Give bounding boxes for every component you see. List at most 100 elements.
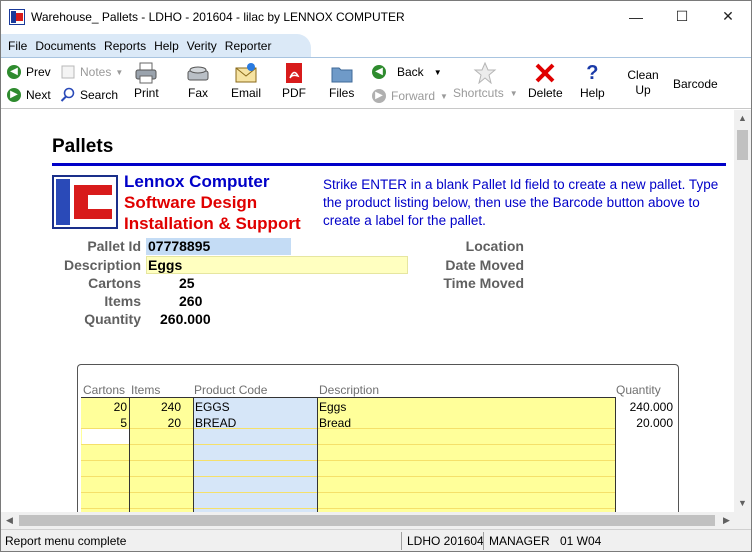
window-controls: — ☐ ✕: [613, 1, 751, 32]
next-button[interactable]: ▶ Next: [6, 87, 51, 103]
minimize-button[interactable]: —: [613, 1, 659, 32]
date-moved-label: Date Moved: [445, 257, 524, 273]
product-code-column[interactable]: [193, 397, 317, 512]
content-area: Pallets Lennox Computer Software Design …: [1, 110, 734, 512]
search-button[interactable]: Search: [60, 87, 118, 103]
notes-button[interactable]: Notes ▼: [60, 64, 123, 80]
row2-items[interactable]: 20: [129, 416, 181, 430]
quantity-column[interactable]: [615, 397, 678, 512]
maximize-button[interactable]: ☐: [659, 1, 705, 32]
pdf-icon: [282, 62, 306, 84]
description-column[interactable]: [317, 397, 615, 512]
row1-items[interactable]: 240: [129, 400, 181, 414]
status-message: Report menu complete: [5, 534, 127, 548]
close-button[interactable]: ✕: [705, 1, 751, 32]
status-bar: Report menu complete LDHO 201604 MANAGER…: [1, 529, 751, 551]
row2-quantity[interactable]: 20.000: [615, 416, 673, 430]
status-user: MANAGER: [489, 534, 550, 548]
fax-button[interactable]: Fax: [186, 62, 210, 100]
prev-button[interactable]: ◀ Prev: [6, 64, 51, 80]
shortcuts-button[interactable]: Shortcuts ▼: [453, 62, 518, 100]
barcode-button[interactable]: Barcode: [673, 77, 718, 91]
row1-description[interactable]: Eggs: [319, 400, 346, 414]
help-button[interactable]: ? Help: [580, 61, 605, 101]
status-divider: [401, 532, 402, 550]
prev-arrow-icon: ◀: [6, 64, 22, 80]
back-button[interactable]: ◀ Back ▼: [371, 64, 442, 80]
scroll-left-icon[interactable]: ◀: [6, 515, 13, 526]
active-cell[interactable]: [82, 429, 129, 444]
description-label: Description: [63, 257, 141, 273]
row1-cartons[interactable]: 20: [81, 400, 127, 414]
email-button[interactable]: Email: [231, 62, 261, 100]
forward-arrow-icon: ▶: [371, 88, 387, 104]
scroll-up-icon[interactable]: ▲: [738, 113, 747, 123]
vertical-scroll-thumb[interactable]: [737, 130, 748, 160]
scroll-down-icon[interactable]: ▼: [738, 498, 747, 508]
horizontal-scrollbar[interactable]: ◀ ▶: [1, 512, 751, 529]
notes-label: Notes: [80, 65, 112, 79]
menu-verity[interactable]: Verity: [183, 39, 221, 53]
col-header-quantity: Quantity: [616, 383, 661, 397]
menu-documents[interactable]: Documents: [31, 39, 100, 53]
status-divider: [483, 532, 484, 550]
row2-description[interactable]: Bread: [319, 416, 351, 430]
print-label: Print: [134, 86, 159, 100]
scroll-right-icon[interactable]: ▶: [723, 515, 730, 526]
notes-icon: [60, 64, 76, 80]
cleanup-button[interactable]: Clean Up: [622, 68, 664, 98]
row2-cartons[interactable]: 5: [81, 416, 127, 430]
files-label: Files: [329, 86, 355, 100]
menu-reports[interactable]: Reports: [100, 39, 150, 53]
grid-row-line: [81, 492, 615, 493]
row2-product-code[interactable]: BREAD: [195, 416, 236, 430]
pallet-id-value: 07778895: [148, 238, 211, 254]
col-header-cartons: Cartons: [83, 383, 126, 397]
delete-x-icon: [533, 62, 557, 84]
description-field[interactable]: [146, 256, 408, 274]
folder-icon: [330, 62, 354, 84]
heading-divider: [52, 163, 726, 166]
shortcuts-dropdown-icon: ▼: [509, 88, 518, 98]
grid-row-line: [81, 508, 615, 509]
time-moved-label: Time Moved: [443, 275, 524, 291]
prev-label: Prev: [26, 65, 51, 79]
shortcuts-label: Shortcuts: [453, 86, 504, 100]
horizontal-scroll-thumb[interactable]: [19, 515, 715, 526]
delete-button[interactable]: Delete: [528, 62, 563, 100]
menu-reporter[interactable]: Reporter: [221, 39, 276, 53]
grid-row-line: [81, 444, 615, 445]
search-icon: [60, 87, 76, 103]
quantity-value: 260.000: [160, 311, 211, 327]
back-label: Back: [397, 65, 424, 79]
status-station: 01 W04: [560, 534, 602, 548]
cartons-value: 25: [179, 275, 195, 291]
row1-quantity[interactable]: 240.000: [615, 400, 673, 414]
files-button[interactable]: Files: [329, 62, 354, 100]
forward-dropdown-icon[interactable]: ▼: [440, 92, 448, 101]
title-bar: Warehouse_ Pallets - LDHO - 201604 - lil…: [1, 1, 751, 32]
pdf-button[interactable]: PDF: [282, 62, 306, 100]
cartons-column[interactable]: [81, 397, 129, 512]
back-dropdown-icon[interactable]: ▼: [434, 68, 442, 77]
forward-button[interactable]: ▶ Forward ▼: [371, 88, 448, 104]
row1-product-code[interactable]: EGGS: [195, 400, 230, 414]
help-question-icon: ?: [586, 61, 599, 84]
menu-help[interactable]: Help: [150, 39, 183, 53]
items-label: Items: [104, 293, 141, 309]
next-arrow-icon: ▶: [6, 87, 22, 103]
page-title: Pallets: [52, 136, 114, 157]
grid-header-rule: [81, 397, 615, 398]
fax-icon: [186, 62, 210, 84]
company-tagline-2: Installation & Support: [124, 214, 301, 233]
grid-col-divider: [615, 397, 616, 512]
items-column[interactable]: [129, 397, 193, 512]
email-icon: [234, 62, 258, 84]
vertical-scrollbar[interactable]: ▲ ▼: [734, 110, 751, 512]
print-button[interactable]: Print: [134, 62, 159, 100]
location-label: Location: [465, 238, 524, 254]
menu-file[interactable]: File: [4, 39, 31, 53]
instructions-text: Strike ENTER in a blank Pallet Id field …: [323, 177, 719, 228]
company-tagline-1: Software Design: [124, 193, 258, 212]
grid-row-line: [81, 476, 615, 477]
